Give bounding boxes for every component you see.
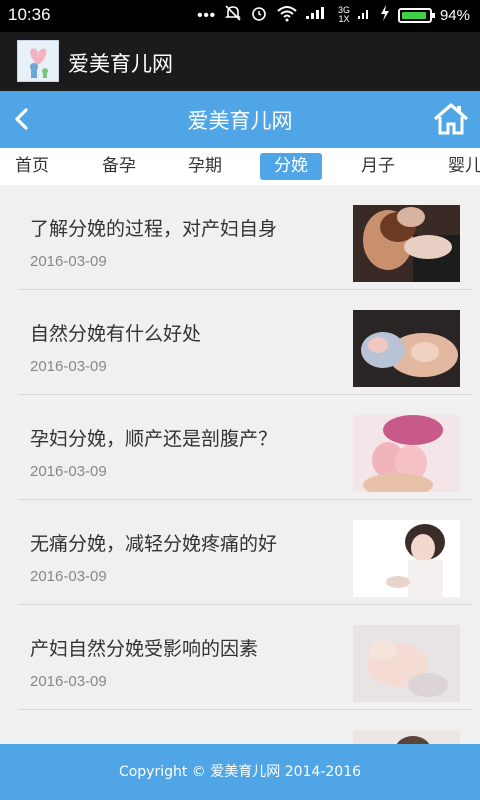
tab-confinement[interactable]: 月子 [361,153,395,180]
tab-pregnancy[interactable]: 孕期 [188,153,222,180]
home-button[interactable] [432,100,470,138]
article-title: 产妇自然分娩受影响的因素 [30,638,259,660]
article-title: 了解分娩的过程，对产妇自身 [30,218,278,240]
article-item[interactable]: 孕妇分娩，顺产还是剖腹产？ 2016-03-09 [18,395,472,500]
network-sub-label: 1X [338,14,350,24]
page-header: 爱美育儿网 [0,91,480,148]
status-time: 10:36 [8,5,51,24]
wifi-icon [276,4,298,26]
article-thumbnail [353,625,460,702]
battery-icon [397,7,435,23]
tab-pre-pregnancy[interactable]: 备孕 [102,153,136,180]
network-type: 3G 1X [338,6,350,24]
header-title: 爱美育儿网 [187,109,293,133]
article-thumbnail [353,730,460,745]
tab-home[interactable]: 首页 [15,153,49,180]
app-logo-icon [17,40,59,82]
article-item[interactable]: 产妇自然分娩受影响的因素 2016-03-09 [18,605,472,710]
article-title: 自然分娩有什么好处 [30,323,202,345]
article-title: 无痛分娩，减轻分娩疼痛的好 [30,533,278,555]
copyright-text: Copyright © 爱美育儿网 2014-2016 [118,764,362,780]
tab-childbirth[interactable]: 分娩 [260,153,322,180]
more-notifications-icon: ••• [197,6,216,24]
status-bar: 10:36 ••• 3G 1X 94% [0,0,480,32]
article-date: 2016-03-09 [30,463,107,480]
app-title: 爱美育儿网 [68,52,173,76]
app-title-bar: 爱美育儿网 [0,32,480,91]
article-date: 2016-03-09 [30,568,107,585]
article-item[interactable]: 了解分娩的过程，对产妇自身 2016-03-09 [18,185,472,290]
article-thumbnail [353,310,460,387]
signal-icon-2 [357,5,372,25]
article-item[interactable]: 无痛分娩，减轻分娩疼痛的好 2016-03-09 [18,500,472,605]
article-list: 了解分娩的过程，对产妇自身 2016-03-09 自然分娩有什么好处 2016-… [18,185,472,745]
article-date: 2016-03-09 [30,253,107,270]
home-icon [433,103,469,135]
article-date: 2016-03-09 [30,673,107,690]
signal-icon [305,5,330,25]
article-thumbnail [353,205,460,282]
article-title: 孕妇分娩，顺产还是剖腹产？ [30,428,278,450]
category-tabs: 首页 备孕 孕期 分娩 月子 婴儿 [0,148,480,185]
article-date: 2016-03-09 [30,358,107,375]
charging-icon [380,5,390,25]
mute-icon [224,4,242,26]
footer: Copyright © 爱美育儿网 2014-2016 [0,744,480,800]
article-item-partial[interactable] [18,710,472,745]
article-thumbnail [353,415,460,492]
status-icons: ••• 3G 1X 94% [197,4,470,26]
article-thumbnail [353,520,460,597]
tab-infant[interactable]: 婴儿 [448,153,480,180]
battery-percent: 94% [439,6,470,24]
alarm-icon [250,4,268,26]
article-item[interactable]: 自然分娩有什么好处 2016-03-09 [18,290,472,395]
